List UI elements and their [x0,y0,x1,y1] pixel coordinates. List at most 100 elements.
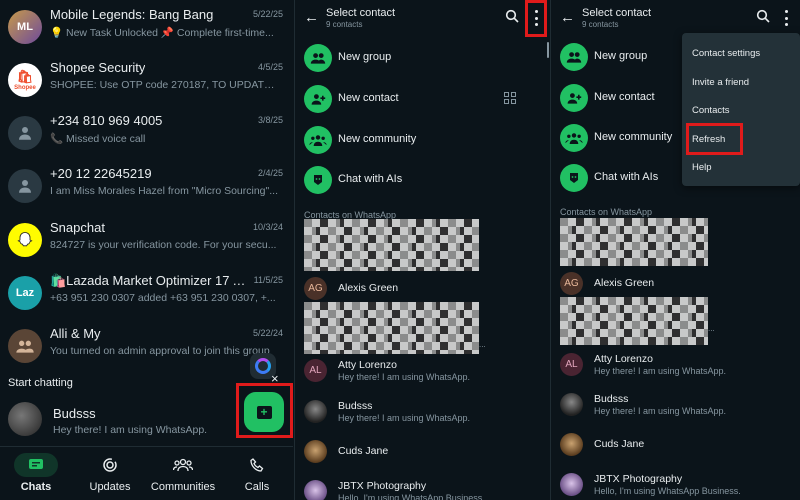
top-bar: ← Select contact 9 contacts [295,0,550,37]
redacted-contact [560,297,708,345]
start-chatting-label: Start chatting [8,377,73,389]
avatar [8,329,42,363]
menu-item-help[interactable]: Help [692,162,712,173]
avatar: AG [560,272,583,295]
action-label: New group [594,50,648,62]
back-arrow-icon[interactable]: ← [304,9,319,26]
action-label: New contact [338,92,399,104]
contact-status: Hello, I'm using WhatsApp Business. [594,486,741,496]
overflow-menu: Contact settings Invite a friend Contact… [682,33,800,186]
menu-item-contacts[interactable]: Contacts [692,105,730,116]
group-icon [16,340,34,353]
contact-name: Atty Lorenzo [338,359,397,371]
section-header: Contacts on WhatsApp [560,207,653,217]
nav-updates[interactable]: Updates [75,453,145,493]
chat-date: 2/4/25 [257,168,283,178]
menu-item-invite-a-friend[interactable]: Invite a friend [692,77,749,88]
contact-name: JBTX Photography [594,473,683,485]
chat-row[interactable]: +234 810 969 4005 3/8/25 📞 Missed voice … [0,109,293,161]
chat-row[interactable]: Snapchat 10/3/24 824727 is your verifica… [0,216,293,268]
contact-count: 9 contacts [582,20,619,29]
chat-date: 5/22/25 [252,9,283,19]
chat-row[interactable]: +20 12 22645219 2/4/25 I am Miss Morales… [0,162,293,214]
avatar-caption: Shopee [14,85,36,91]
new-contact-icon [304,85,332,113]
chat-name: Shopee Security [50,60,146,75]
action-label: New group [338,51,392,63]
chat-with-ais-button[interactable]: Chat with AIs [295,161,550,201]
chat-name: Mobile Legends: Bang Bang [50,7,214,22]
contact-row[interactable]: JBTX Photography Hello, I'm using WhatsA… [295,477,550,500]
new-community-button[interactable]: New community [295,121,550,161]
chat-date: 10/3/24 [252,222,283,232]
more-options-icon[interactable] [783,10,789,26]
contact-row[interactable]: Cuds Jane [551,430,800,470]
redacted-contact [304,302,479,354]
nav-label: Updates [89,481,131,493]
search-icon[interactable] [505,9,519,23]
chat-row[interactable]: 🛍 Shopee Shopee Security 4/5/25 SHOPEE: … [0,56,293,108]
contact-name: Cuds Jane [338,445,389,457]
chats-icon [14,453,58,477]
avatar [8,402,42,436]
contact-row[interactable]: Budsss Hey there! I am using WhatsApp. [295,397,550,437]
nav-chats[interactable]: Chats [1,453,71,493]
chat-preview: SHOPEE: Use OTP code 270187, TO UPDATE P… [50,79,278,91]
nav-communities[interactable]: Communities [148,453,218,493]
menu-item-contact-settings[interactable]: Contact settings [692,48,760,59]
redacted-contact [560,218,708,266]
contact-row[interactable]: AL Atty Lorenzo Hey there! I am using Wh… [295,356,550,396]
contact-status: Hello, I'm using WhatsApp Business. [338,493,485,500]
avatar [8,169,42,203]
chat-date: 11/5/25 [253,275,283,285]
contact-name: Budsss [594,393,629,405]
meta-ai-icon [255,358,271,374]
chats-panel: ML Mobile Legends: Bang Bang 5/22/25 💡 N… [0,0,293,500]
action-label: New community [594,131,673,143]
avatar: Laz [8,276,42,310]
avatar [304,400,327,423]
chat-name: +234 810 969 4005 [50,113,163,128]
contact-row[interactable]: AL Atty Lorenzo Hey there! I am using Wh… [551,350,800,390]
person-icon [19,180,31,193]
suggested-contact[interactable]: Budsss Hey there! I am using WhatsApp. [0,400,230,446]
highlight-box [525,0,547,37]
contact-status: Hey there! I am using WhatsApp. [53,424,208,436]
new-contact-button[interactable]: New contact [295,80,550,120]
chat-name: Alli & My [50,326,101,341]
action-label: New community [338,133,417,145]
avatar [560,433,583,456]
avatar: 🛍 Shopee [8,63,42,97]
search-icon[interactable] [756,9,770,23]
nav-label: Communities [150,481,216,493]
chat-date: 5/22/24 [252,328,283,338]
chat-row[interactable]: ML Mobile Legends: Bang Bang 5/22/25 💡 N… [0,3,293,55]
chat-name: 🛍️Lazada Market Optimizer 17 A... [50,273,250,288]
avatar: AL [304,359,327,382]
contact-row[interactable]: Budsss Hey there! I am using WhatsApp. [551,390,800,430]
chat-preview: +63 951 230 0307 added +63 951 230 0307,… [50,292,276,304]
contact-status: Hey there! I am using WhatsApp. [338,413,471,423]
avatar [304,440,327,463]
new-group-button[interactable]: New group [295,39,550,79]
ai-chat-icon [560,164,588,192]
nav-calls[interactable]: Calls [222,453,292,493]
communities-icon [161,453,205,477]
back-arrow-icon[interactable]: ← [560,9,575,26]
page-title: Select contact [326,7,396,19]
page-title: Select contact [582,7,652,19]
select-contact-panel: ← Select contact 9 contacts New group Ne… [294,0,550,500]
contact-row[interactable]: Cuds Jane [295,437,550,477]
chat-date: 4/5/25 [257,62,283,72]
avatar: AL [560,353,583,376]
chat-row[interactable]: Laz 🛍️Lazada Market Optimizer 17 A... 11… [0,269,293,321]
person-icon [19,127,31,140]
avatar [8,116,42,150]
qr-code-icon[interactable] [504,92,516,104]
action-label: New contact [594,91,655,103]
contact-row[interactable]: JBTX Photography Hello, I'm using WhatsA… [551,470,800,500]
avatar [560,473,583,496]
new-group-icon [304,44,332,72]
new-contact-icon [560,84,588,112]
avatar [304,480,327,500]
